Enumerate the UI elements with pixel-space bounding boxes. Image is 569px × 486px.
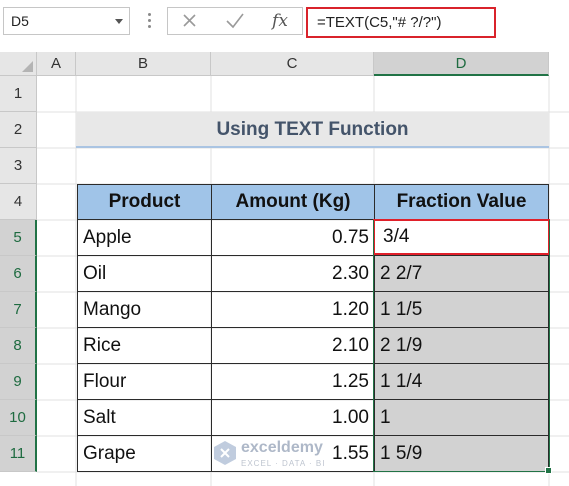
- cell-amount[interactable]: 2.30: [211, 255, 375, 292]
- header-fraction-value[interactable]: Fraction Value: [374, 184, 549, 220]
- cell-product[interactable]: Rice: [77, 327, 212, 364]
- cell-fraction[interactable]: 1 1/5: [374, 291, 549, 328]
- cell-product[interactable]: Apple: [77, 219, 212, 256]
- cell-fraction[interactable]: 2 2/7: [374, 255, 549, 292]
- cell-product[interactable]: Flour: [77, 363, 212, 400]
- cell-fraction-active[interactable]: 3/4: [373, 219, 550, 255]
- column-header-d[interactable]: D: [374, 52, 549, 76]
- select-all-corner[interactable]: [0, 52, 37, 76]
- cell-amount[interactable]: 1.20: [211, 291, 375, 328]
- cell-product[interactable]: Grape: [77, 435, 212, 472]
- column-header-c[interactable]: C: [211, 52, 374, 76]
- formula-input[interactable]: =TEXT(C5,"# ?/?"): [306, 7, 496, 38]
- row-header-9[interactable]: 9: [0, 364, 37, 400]
- cell-fraction[interactable]: 1 5/9: [374, 435, 549, 472]
- cell-amount[interactable]: 2.10: [211, 327, 375, 364]
- cell-product[interactable]: Mango: [77, 291, 212, 328]
- row-header-6[interactable]: 6: [0, 256, 37, 292]
- row-header-4[interactable]: 4: [0, 184, 37, 220]
- cell-fraction[interactable]: 1 1/4: [374, 363, 549, 400]
- column-header-a[interactable]: A: [37, 52, 76, 76]
- cancel-icon[interactable]: [180, 8, 200, 34]
- column-header-b[interactable]: B: [76, 52, 211, 76]
- name-box-value: D5: [11, 13, 29, 29]
- row-header-2[interactable]: 2: [0, 112, 37, 148]
- fill-handle[interactable]: [545, 467, 552, 474]
- cell-fraction[interactable]: 1: [374, 399, 549, 436]
- row-header-7[interactable]: 7: [0, 292, 37, 328]
- row-header-5[interactable]: 5: [0, 220, 37, 256]
- enter-check-icon[interactable]: [224, 8, 246, 34]
- row-header-8[interactable]: 8: [0, 328, 37, 364]
- row-header-1[interactable]: 1: [0, 76, 37, 112]
- cell-amount[interactable]: 1.55: [211, 435, 375, 472]
- header-product[interactable]: Product: [77, 184, 212, 220]
- insert-function-icon[interactable]: fx: [268, 7, 292, 35]
- header-amount[interactable]: Amount (Kg): [211, 184, 375, 220]
- cell-fraction[interactable]: 2 1/9: [374, 327, 549, 364]
- name-box[interactable]: D5: [3, 7, 130, 35]
- cell-product[interactable]: Oil: [77, 255, 212, 292]
- cell-amount[interactable]: 0.75: [211, 219, 375, 256]
- cell-product[interactable]: Salt: [77, 399, 212, 436]
- formula-text: =TEXT(C5,"# ?/?"): [317, 14, 442, 31]
- row-header-11[interactable]: 11: [0, 436, 37, 472]
- cell-amount[interactable]: 1.25: [211, 363, 375, 400]
- chevron-down-icon[interactable]: [115, 19, 123, 24]
- row-header-3[interactable]: 3: [0, 148, 37, 184]
- row-header-10[interactable]: 10: [0, 400, 37, 436]
- sheet-title[interactable]: Using TEXT Function: [76, 112, 549, 148]
- more-options-icon[interactable]: [148, 13, 152, 29]
- formula-bar-area: D5 fx =TEXT(C5,"# ?/?"): [0, 0, 569, 46]
- cell-amount[interactable]: 1.00: [211, 399, 375, 436]
